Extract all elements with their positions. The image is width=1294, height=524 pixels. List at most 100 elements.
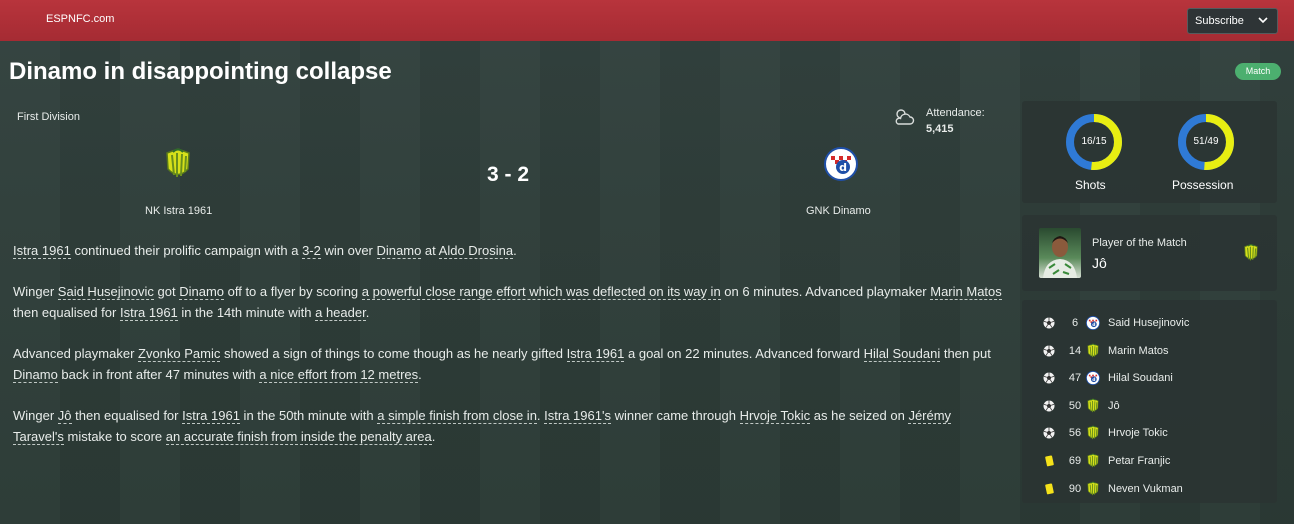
- event-player[interactable]: Petar Franjic: [1108, 455, 1170, 467]
- event-player[interactable]: Marin Matos: [1108, 345, 1169, 357]
- goal-ball-icon: [1043, 400, 1055, 412]
- player-link[interactable]: Jô: [57, 408, 72, 424]
- event-team-crest: [1086, 398, 1100, 414]
- possession-ring: 51/49: [1176, 112, 1236, 172]
- report-text: Winger: [13, 284, 58, 299]
- score-link[interactable]: 3-2: [302, 243, 321, 259]
- match-events-panel: 6 Said Husejinovic 14 Marin Matos 47 Hilal So…: [1022, 300, 1277, 503]
- event-row[interactable]: 56 Hrvoje Tokic: [1022, 424, 1277, 451]
- event-row[interactable]: 90 Neven Vukman: [1022, 480, 1277, 507]
- home-team-name[interactable]: NK Istra 1961: [145, 205, 212, 217]
- team-link[interactable]: Dinamo: [179, 284, 224, 300]
- possession-label: Possession: [1172, 178, 1234, 192]
- event-team-crest: [1086, 453, 1100, 469]
- report-paragraph: Winger Said Husejinovic got Dinamo off t…: [13, 281, 1003, 323]
- subscribe-button[interactable]: Subscribe: [1187, 8, 1278, 34]
- match-report: Istra 1961 continued their prolific camp…: [13, 240, 1003, 467]
- event-row[interactable]: 6 Said Husejinovic: [1022, 314, 1277, 341]
- highlight-link[interactable]: a simple finish from close in: [377, 408, 537, 424]
- match-badge: Match: [1235, 63, 1281, 80]
- report-text: then equalised for: [13, 305, 120, 320]
- player-link[interactable]: Marin Matos: [930, 284, 1002, 300]
- shots-value: 16/15: [1081, 136, 1107, 147]
- chevron-down-icon: [1258, 15, 1268, 28]
- event-team-crest: [1086, 370, 1100, 386]
- report-text: then put: [940, 346, 991, 361]
- report-text: in the 50th minute with: [239, 408, 378, 423]
- report-text: a goal on 22 minutes. Advanced forward: [624, 346, 864, 361]
- attendance-value: 5,415: [926, 123, 954, 135]
- team-link[interactable]: Dinamo: [13, 367, 58, 383]
- report-text: got: [153, 284, 180, 299]
- report-text: off to a flyer by scoring: [224, 284, 362, 299]
- event-row[interactable]: 47 Hilal Soudani: [1022, 369, 1277, 396]
- highlight-link[interactable]: a powerful close range effort which was …: [361, 284, 721, 300]
- event-row[interactable]: 69 Petar Franjic: [1022, 452, 1277, 479]
- report-text: Winger: [13, 408, 58, 423]
- highlight-link[interactable]: a nice effort from 12 metres: [259, 367, 419, 383]
- report-text: mistake to score: [63, 429, 166, 444]
- team-link[interactable]: Istra 1961's: [544, 408, 611, 424]
- player-link[interactable]: Zvonko Pamic: [138, 346, 221, 362]
- goal-ball-icon: [1043, 345, 1055, 357]
- event-row[interactable]: 50 Jô: [1022, 397, 1277, 424]
- article-title: Dinamo in disappointing collapse: [9, 58, 392, 85]
- event-team-crest: [1086, 425, 1100, 441]
- weather-cloudy-icon: [893, 107, 915, 127]
- goal-ball-icon: [1043, 427, 1055, 439]
- site-name[interactable]: ESPNFC.com: [46, 13, 114, 25]
- goal-ball-icon: [1043, 317, 1055, 329]
- subscribe-label: Subscribe: [1195, 15, 1244, 27]
- team-link[interactable]: Dinamo: [376, 243, 422, 259]
- team-link[interactable]: Istra 1961: [119, 305, 178, 321]
- home-team-crest[interactable]: [164, 147, 192, 181]
- match-score: 3 - 2: [487, 163, 530, 186]
- report-text: on 6 minutes. Advanced playmaker: [720, 284, 931, 299]
- attendance-label: Attendance:: [926, 107, 985, 119]
- team-link[interactable]: Istra 1961: [182, 408, 240, 424]
- report-text: Advanced playmaker: [13, 346, 139, 361]
- yellow-card-icon: [1043, 483, 1055, 495]
- competition-name[interactable]: First Division: [17, 111, 80, 123]
- team-link[interactable]: Istra 1961: [566, 346, 625, 362]
- possession-value: 51/49: [1193, 136, 1219, 147]
- report-text: winner came through: [610, 408, 740, 423]
- report-text: .: [431, 429, 436, 444]
- report-text: win over: [320, 243, 377, 258]
- event-player[interactable]: Hilal Soudani: [1108, 372, 1173, 384]
- event-player[interactable]: Jô: [1108, 400, 1120, 412]
- report-text: .: [365, 305, 370, 320]
- shots-ring: 16/15: [1064, 112, 1124, 172]
- event-player[interactable]: Neven Vukman: [1108, 483, 1183, 495]
- highlight-link[interactable]: a header: [315, 305, 366, 321]
- event-player[interactable]: Hrvoje Tokic: [1108, 427, 1168, 439]
- event-player[interactable]: Said Husejinovic: [1108, 317, 1189, 329]
- away-team-crest[interactable]: [824, 147, 858, 181]
- report-text: as he seized on: [810, 408, 909, 423]
- player-photo[interactable]: [1039, 228, 1081, 278]
- team-link[interactable]: Istra 1961: [13, 243, 71, 259]
- goal-ball-icon: [1043, 372, 1055, 384]
- report-text: in the 14th minute with: [177, 305, 316, 320]
- event-team-crest: [1086, 481, 1100, 497]
- stadium-link[interactable]: Aldo Drosina: [438, 243, 514, 259]
- report-paragraph: Winger Jô then equalised for Istra 1961 …: [13, 405, 1003, 447]
- report-paragraph: Istra 1961 continued their prolific camp…: [13, 240, 1003, 261]
- away-team-name[interactable]: GNK Dinamo: [806, 205, 871, 217]
- player-link[interactable]: Said Husejinovic: [57, 284, 154, 300]
- yellow-card-icon: [1043, 455, 1055, 467]
- report-text: .: [513, 243, 517, 258]
- report-text: then equalised for: [71, 408, 183, 423]
- highlight-link[interactable]: an accurate finish from inside the penal…: [165, 429, 432, 445]
- report-text: showed a sign of things to come though a…: [220, 346, 567, 361]
- potm-team-crest: [1243, 243, 1259, 263]
- event-team-crest: [1086, 315, 1100, 331]
- report-paragraph: Advanced playmaker Zvonko Pamic showed a…: [13, 343, 1003, 385]
- potm-player-name[interactable]: Jô: [1092, 255, 1107, 271]
- report-text: at: [421, 243, 439, 258]
- player-of-the-match-panel: Player of the Match Jô: [1022, 215, 1277, 291]
- player-link[interactable]: Hrvoje Tokic: [739, 408, 811, 424]
- event-row[interactable]: 14 Marin Matos: [1022, 342, 1277, 369]
- player-link[interactable]: Hilal Soudani: [863, 346, 941, 362]
- potm-label: Player of the Match: [1092, 237, 1187, 249]
